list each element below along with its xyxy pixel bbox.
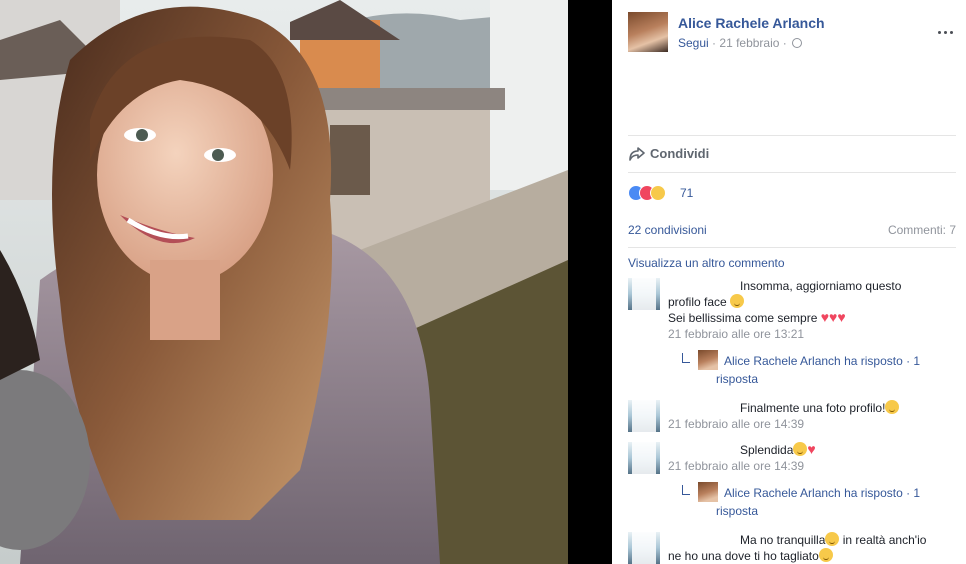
laugh-emoji-icon: [825, 532, 840, 546]
commenter-avatar[interactable]: [628, 278, 660, 310]
smile-emoji-icon: [730, 294, 745, 308]
divider-comments: [628, 247, 956, 248]
comment-body: Insomma, aggiorniamo questo profilo face…: [668, 278, 956, 342]
comment-text-line: in realtà anch'io: [842, 533, 927, 547]
reply-text: Alice Rachele Arlanch ha risposto · 1: [724, 354, 921, 368]
comment-text-row: Sei bellissima come sempre ♥♥♥: [668, 310, 956, 326]
comment-text-row: profilo face: [668, 294, 956, 310]
reply-link[interactable]: Alice Rachele Arlanch ha risposto · 1 ri…: [682, 350, 956, 389]
author-name[interactable]: Alice Rachele Arlanch: [678, 15, 825, 31]
post-side-panel: Alice Rachele Arlanch Segui · 21 febbrai…: [612, 0, 966, 564]
reply-avatar: [698, 482, 718, 502]
heart-emoji-icon: ♥♥♥: [820, 309, 846, 325]
meta-separator: ·: [712, 36, 717, 50]
photo-illustration: [0, 0, 568, 564]
post-photo[interactable]: [0, 0, 568, 564]
comment-text-line: Finalmente una foto profilo!: [740, 401, 886, 415]
reply-text-2: risposta: [716, 372, 759, 386]
kiss-emoji-icon: [793, 442, 808, 456]
divider-top: [628, 135, 956, 136]
globe-icon[interactable]: [792, 38, 803, 48]
comment-body: Splendida ♥ 21 febbraio alle ore 14:39: [668, 442, 956, 474]
comment-text-row: ne ho una dove ti ho tagliato: [668, 548, 956, 564]
comment-text-line: Insomma, aggiorniamo questo: [740, 279, 902, 293]
reply-text-2: risposta: [716, 504, 759, 518]
reaction-count[interactable]: 71: [680, 186, 693, 200]
comment-text-line: Splendida: [740, 443, 794, 457]
comment-item: Insomma, aggiorniamo questo profilo face…: [628, 278, 956, 388]
comment-item: Splendida ♥ 21 febbraio alle ore 14:39 Al…: [628, 442, 956, 522]
follow-link[interactable]: Segui: [678, 36, 709, 50]
comment-item: Ma no tranquilla in realtà anch'io ne ho…: [628, 532, 956, 564]
comment-text-row: Ma no tranquilla in realtà anch'io: [668, 532, 956, 548]
view-more-comments-link[interactable]: Visualizza un altro commento: [628, 256, 785, 270]
comment-text-row: Finalmente una foto profilo!: [668, 400, 956, 416]
divider-mid: [628, 172, 956, 173]
reply-arrow-icon: [682, 485, 690, 495]
comment-text-row: Splendida ♥: [668, 442, 956, 458]
lightbox-gap: [568, 0, 612, 564]
heart-emoji-icon: ♥: [807, 441, 816, 457]
commenter-avatar[interactable]: [628, 400, 660, 432]
comment-text-line: Ma no tranquilla: [740, 533, 826, 547]
share-button[interactable]: Condividi: [628, 146, 709, 162]
wow-reaction-icon: [650, 185, 666, 201]
author-avatar[interactable]: [628, 12, 668, 52]
meta-separator-2: ·: [782, 36, 787, 50]
grin-emoji-icon: [885, 400, 900, 414]
comment-time[interactable]: 21 febbraio alle ore 13:21: [668, 326, 956, 342]
share-label: Condividi: [650, 146, 710, 161]
comment-text-line: Sei bellissima come sempre: [668, 311, 818, 325]
reply-link[interactable]: Alice Rachele Arlanch ha risposto · 1 ri…: [682, 482, 956, 521]
comments-count: Commenti: 7: [887, 223, 956, 237]
shares-count[interactable]: 22 condivisioni: [628, 223, 707, 237]
comment-text-line: profilo face: [668, 295, 727, 309]
comment-time[interactable]: 21 febbraio alle ore 14:39: [668, 458, 956, 474]
comment-body: Finalmente una foto profilo! 21 febbraio…: [668, 400, 956, 432]
post-header: Alice Rachele Arlanch Segui · 21 febbrai…: [628, 12, 966, 56]
commenter-avatar[interactable]: [628, 532, 660, 564]
share-arrow-icon: [629, 147, 645, 161]
reply-arrow-icon: [682, 353, 690, 363]
post-meta: Segui · 21 febbraio ·: [678, 36, 803, 50]
comment-body: Ma no tranquilla in realtà anch'io ne ho…: [668, 532, 956, 564]
comment-text-line: ne ho una dove ti ho tagliato: [668, 549, 819, 563]
post-date[interactable]: 21 febbraio: [719, 36, 779, 50]
laugh-emoji-icon: [818, 548, 833, 562]
reply-avatar: [698, 350, 718, 370]
reply-text: Alice Rachele Arlanch ha risposto · 1: [724, 486, 921, 500]
more-options-icon[interactable]: [938, 30, 954, 36]
commenter-avatar[interactable]: [628, 442, 660, 474]
comment-time[interactable]: 21 febbraio alle ore 14:39: [668, 416, 956, 432]
comment-item: Finalmente una foto profilo! 21 febbraio…: [628, 400, 956, 434]
